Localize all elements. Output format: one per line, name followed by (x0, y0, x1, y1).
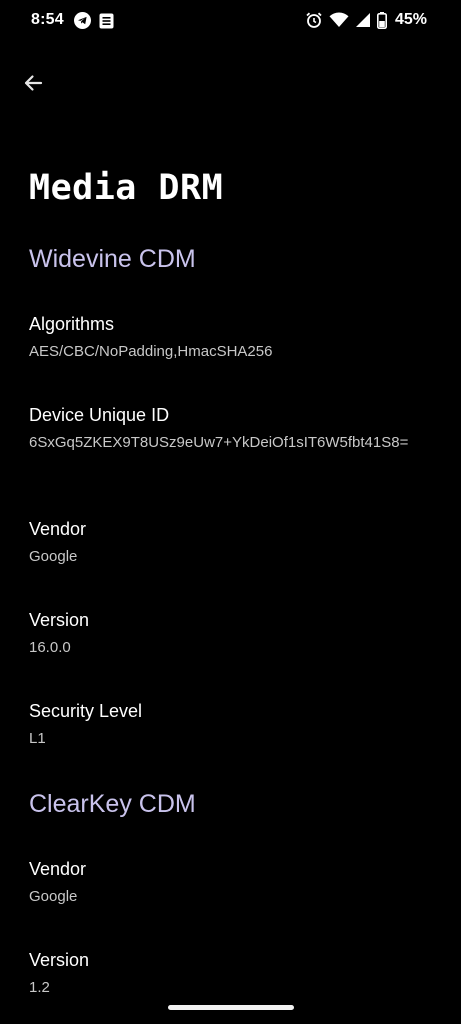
pref-item-vendor[interactable]: Vendor Google (0, 518, 461, 568)
arrow-back-icon (22, 72, 44, 94)
pref-summary: 16.0.0 (29, 639, 71, 656)
pref-summary: Google (29, 888, 78, 905)
pref-summary: L1 (29, 730, 46, 747)
pref-title: Version (29, 610, 90, 630)
battery-icon (376, 11, 387, 29)
pref-item-clearkey-vendor[interactable]: Vendor Google (0, 858, 461, 908)
section-header-widevine: Widevine CDM (29, 245, 196, 273)
pref-title: Security Level (29, 701, 143, 721)
pref-summary: 6SxGq5ZKEX9T8USz9eUw7+YkDeiOf1sIT6W5fbt4… (29, 434, 409, 451)
status-left-icons (74, 12, 114, 29)
pref-item-clearkey-version[interactable]: Version 1.2 (0, 949, 461, 999)
status-right-icons: 45% (305, 11, 427, 29)
status-bar: 8:54 45% (0, 0, 461, 44)
pref-summary: AES/CBC/NoPadding,HmacSHA256 (29, 343, 273, 360)
pref-summary: 1.2 (29, 979, 50, 996)
pref-item-version[interactable]: Version 16.0.0 (0, 609, 461, 659)
pref-summary: Google (29, 548, 78, 565)
pref-title: Version (29, 950, 90, 970)
pref-item-security-level[interactable]: Security Level L1 (0, 700, 461, 750)
page-title: Media DRM (29, 168, 224, 208)
status-time: 8:54 (31, 11, 64, 28)
pref-title: Vendor (29, 859, 87, 879)
battery-percent: 45% (394, 11, 427, 28)
back-button[interactable] (14, 64, 52, 102)
pref-item-device-unique-id[interactable]: Device Unique ID 6SxGq5ZKEX9T8USz9eUw7+Y… (0, 404, 461, 454)
telegram-icon (74, 12, 91, 29)
gesture-nav-handle[interactable] (168, 1005, 294, 1010)
pref-title: Vendor (29, 519, 87, 539)
alarm-icon (305, 11, 323, 29)
pref-title: Algorithms (29, 314, 115, 334)
pref-title: Device Unique ID (29, 405, 170, 425)
cellular-signal-icon (355, 12, 371, 28)
notes-icon (99, 13, 114, 29)
wifi-icon (329, 12, 349, 28)
pref-item-algorithms[interactable]: Algorithms AES/CBC/NoPadding,HmacSHA256 (0, 313, 461, 363)
section-header-clearkey: ClearKey CDM (29, 790, 196, 818)
